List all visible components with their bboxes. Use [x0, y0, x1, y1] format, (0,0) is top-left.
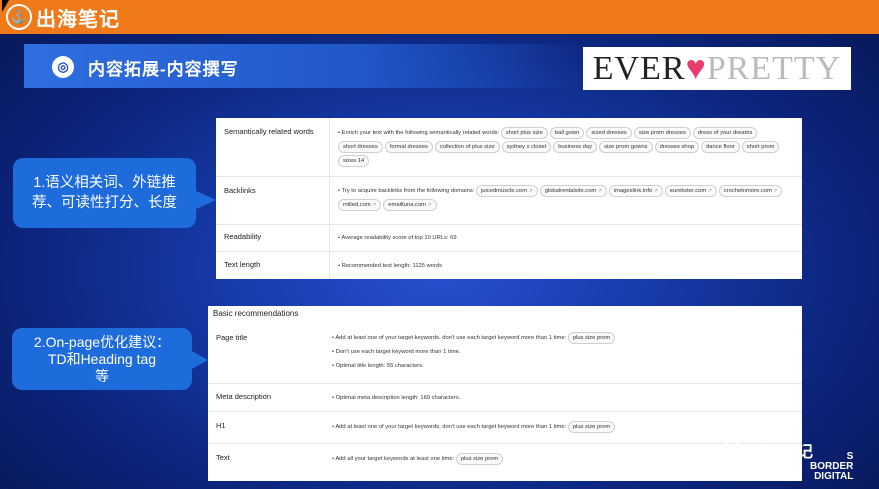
title-bullet-icon: ◎ [52, 56, 74, 78]
row-label: Readability [224, 232, 262, 241]
table-row: Meta description • Optimal meta descript… [208, 383, 802, 412]
semantic-words-content: • Enrich your text with the following se… [338, 126, 794, 168]
row-label: Meta description [216, 392, 272, 401]
mouse-cursor-icon [2, 0, 9, 12]
slide-title: 内容拓展-内容撰写 [88, 60, 239, 79]
h1-content: • Add at least one of your target keywor… [332, 420, 794, 434]
backlink-domain-chip[interactable]: juicedmuscle.com [476, 185, 538, 197]
rec-line: • Add at least one of your target keywor… [332, 335, 567, 341]
keyword-chip[interactable]: short plus size [500, 127, 548, 139]
backlink-domain-chip[interactable]: crochetnmore.com [718, 185, 783, 197]
callout-line: 1.语义相关词、外链推 [33, 175, 176, 191]
row-label: Text length [224, 260, 261, 269]
watermark-text: 出海笔记 [749, 444, 814, 461]
keyword-chip[interactable]: sized dresses [586, 127, 632, 139]
panel-heading: Basic recommendations [213, 309, 299, 318]
callout-semantic: 1.语义相关词、外链推 荐、可读性打分、长度 [13, 158, 196, 228]
keyword-chip[interactable]: formal dresses [384, 141, 433, 153]
brand-text-pretty: PRETTY [706, 49, 842, 87]
row-label: Backlinks [224, 186, 256, 195]
readability-value: • Average readability score of top 10 UR… [338, 235, 457, 241]
meta-description-value: • Optimal meta description length: 160 c… [332, 395, 461, 401]
basic-recommendations-panel: Basic recommendations Page title • Add a… [208, 306, 802, 481]
row-intro: • Try to acquire backlinks from the foll… [338, 188, 475, 194]
callout-line: 荐、可读性打分、长度 [32, 195, 177, 211]
slide: ⚓ 出海笔记 ◎ 内容拓展-内容撰写 EVER♥PRETTY Semantica… [0, 0, 879, 489]
callout-line: 2.On-page优化建议： [33, 333, 171, 350]
row-label: H1 [216, 421, 226, 430]
backlink-domain-chip[interactable]: milled.com [338, 199, 382, 211]
backlink-domain-chip[interactable]: imageslink.info [608, 185, 663, 197]
row-intro: • Enrich your text with the following se… [338, 130, 500, 136]
rec-line: • Optimal title length: 55 characters. [332, 363, 424, 369]
table-row: Text • Add all your target keywords at l… [208, 443, 802, 475]
table-row: Readability • Average readability score … [216, 224, 802, 252]
keyword-chip[interactable]: business day [553, 141, 598, 153]
anchor-icon: ⚓ [6, 4, 32, 30]
keyword-chip[interactable]: plus size prom [567, 421, 616, 433]
watermark: 出海笔记 [721, 438, 813, 462]
brand-logo: EVER♥PRETTY [583, 47, 851, 90]
backlink-domain-chip[interactable]: globalrentalsite.com [539, 185, 607, 197]
callout-onpage: 2.On-page优化建议： TD和Heading tag 等 [12, 328, 192, 390]
callout-line: TD和Heading tag [47, 350, 157, 367]
keyword-chip[interactable]: sizes 14 [338, 155, 370, 167]
row-label: Semantically related words [224, 127, 314, 136]
keyword-chip[interactable]: dress of your dreams [692, 127, 758, 139]
table-row: Page title • Add at least one of your ta… [208, 323, 802, 384]
table-row: H1 • Add at least one of your target key… [208, 411, 802, 444]
brand-text-ever: EVER [592, 49, 686, 87]
row-label: Text [216, 453, 230, 462]
text-length-value: • Recommended text length: 1125 words [338, 263, 443, 269]
heart-icon: ♥ [685, 49, 707, 87]
row-label: Page title [216, 333, 248, 342]
table-row: Semantically related words • Enrich your… [216, 118, 802, 177]
callout-line: 等 [95, 367, 109, 384]
wechat-icon [721, 441, 743, 459]
table-row: Backlinks • Try to acquire backlinks fro… [216, 176, 802, 225]
rec-line: • Add at least one of your target keywor… [332, 424, 567, 430]
keyword-chip[interactable]: short prom [741, 141, 780, 153]
callout-pointer [190, 350, 208, 370]
keyword-chip[interactable]: ball gown [549, 127, 585, 139]
keyword-chip[interactable]: dresses shop [654, 141, 700, 153]
logo-text: 出海笔记 [36, 6, 120, 31]
table-row: Text length • Recommended text length: 1… [216, 251, 802, 279]
keyword-chip[interactable]: plus size prom [567, 332, 616, 344]
keyword-chip[interactable]: dance floor [701, 141, 740, 153]
backlinks-content: • Try to acquire backlinks from the foll… [338, 184, 794, 212]
cross-border-digital-logo: S BORDER DIGITAL [810, 452, 853, 482]
keyword-chip[interactable]: size prom dresses [633, 127, 691, 139]
keyword-chip[interactable]: size prom gowns [599, 141, 653, 153]
keyword-chip[interactable]: short dresses [338, 141, 383, 153]
backlink-domain-chip[interactable]: emailtuna.com [383, 199, 437, 211]
keyword-chip[interactable]: collection of plus size [434, 141, 500, 153]
keyword-chip[interactable]: sydney s closet [501, 141, 552, 153]
rec-line: • Add all your target keywords at least … [332, 456, 455, 462]
keyword-chip[interactable]: plus size prom [455, 453, 504, 465]
seo-recommendations-panel: Semantically related words • Enrich your… [216, 118, 802, 279]
page-title-content: • Add at least one of your target keywor… [332, 331, 794, 373]
callout-pointer [194, 190, 216, 210]
logo: ⚓ 出海笔记 [6, 3, 120, 31]
top-banner: ⚓ 出海笔记 [0, 0, 879, 34]
logo-line: DIGITAL [814, 471, 854, 482]
rec-line: • Don't use each target keyword more tha… [332, 349, 461, 355]
backlink-domain-chip[interactable]: eurekster.com [664, 185, 717, 197]
